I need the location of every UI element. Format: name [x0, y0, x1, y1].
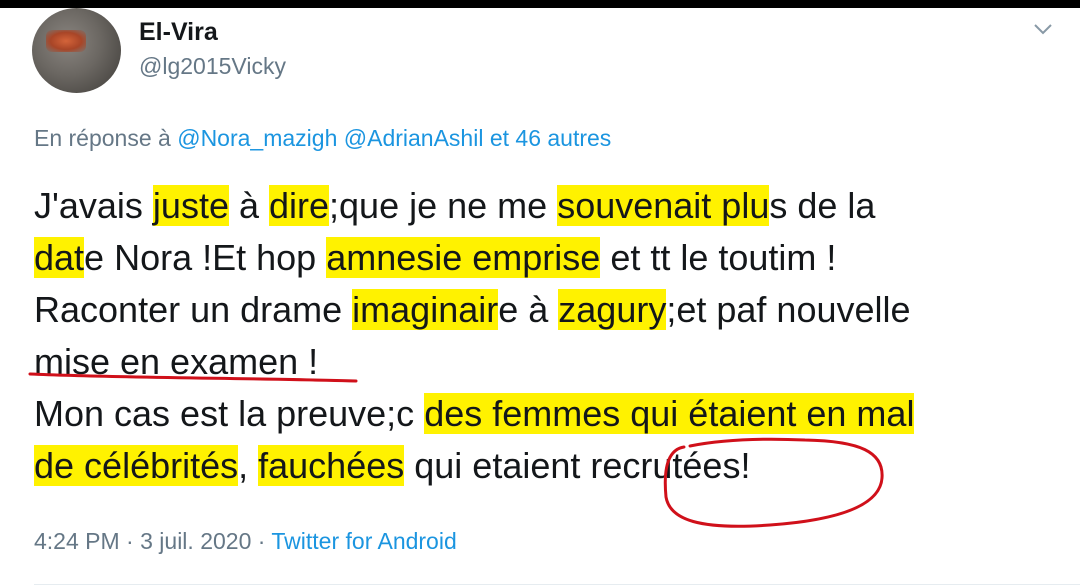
others-link[interactable]: et 46 autres — [483, 125, 611, 151]
tweet-line: Mon cas est la preuve;c des femmes qui é… — [34, 388, 1064, 440]
text-segment: J'avais — [34, 185, 153, 226]
highlighted-text: des femmes qui étaient en mal — [424, 393, 915, 434]
highlighted-text: imaginair — [352, 289, 499, 330]
text-segment: e à — [498, 289, 559, 330]
reply-context: En réponse à @Nora_mazigh @AdrianAshil e… — [34, 125, 611, 152]
tweet-line: mise en examen ! — [34, 336, 1064, 388]
text-segment: mise en examen ! — [34, 341, 319, 382]
tweet-source[interactable]: Twitter for Android — [271, 528, 456, 554]
highlighted-text: souvenait plu — [557, 185, 770, 226]
text-segment: e Nora !Et hop — [84, 237, 327, 278]
meta-dot: · — [251, 528, 272, 554]
text-segment: et tt le toutim ! — [600, 237, 837, 278]
highlighted-text: juste — [152, 185, 229, 226]
highlighted-text: dat — [34, 237, 85, 278]
highlighted-text: de célébrités — [34, 445, 239, 486]
text-segment: s de la — [769, 185, 876, 226]
text-segment: Mon cas est la preuve;c — [34, 393, 425, 434]
tweet-line: date Nora !Et hop amnesie emprise et tt … — [34, 232, 1064, 284]
text-segment: , — [238, 445, 259, 486]
tweet-time[interactable]: 4:24 PM — [34, 528, 120, 554]
highlighted-text: amnesie emprise — [326, 237, 601, 278]
tweet-line: Raconter un drame imaginaire à zagury;et… — [34, 284, 1064, 336]
text-segment: ;et paf nouvelle — [666, 289, 911, 330]
avatar-photo — [46, 30, 86, 52]
highlighted-text: fauchées — [258, 445, 405, 486]
avatar[interactable] — [32, 8, 121, 93]
author-name[interactable]: El-Vira — [139, 18, 218, 47]
tweet-meta: 4:24 PM · 3 juil. 2020 · Twitter for And… — [34, 528, 457, 555]
highlighted-text: dire — [269, 185, 330, 226]
tweet-date[interactable]: 3 juil. 2020 — [140, 528, 251, 554]
highlighted-text: zagury — [558, 289, 667, 330]
text-segment: à — [228, 185, 269, 226]
tweet-line: de célébrités, fauchées qui etaient recr… — [34, 440, 1064, 492]
top-bar — [0, 0, 1080, 8]
text-segment: qui etaient recrutées! — [404, 445, 751, 486]
meta-dot: · — [119, 528, 141, 554]
mention-link[interactable]: @AdrianAshil — [344, 125, 484, 151]
author-handle[interactable]: @lg2015Vicky — [139, 53, 286, 80]
tweet-text: J'avais juste à dire;que je ne me souven… — [34, 180, 1064, 492]
text-segment: Raconter un drame — [34, 289, 353, 330]
tweet-line: J'avais juste à dire;que je ne me souven… — [34, 180, 1064, 232]
text-segment: ;que je ne me — [329, 185, 558, 226]
divider — [34, 584, 1080, 585]
chevron-down-icon[interactable] — [1032, 18, 1054, 40]
mention-link[interactable]: @Nora_mazigh — [177, 125, 337, 151]
reply-prefix: En réponse à — [34, 125, 178, 151]
